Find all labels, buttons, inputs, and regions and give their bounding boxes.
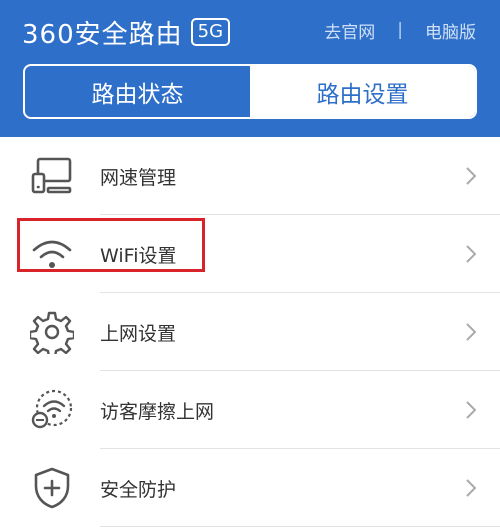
tab-router-status[interactable]: 路由状态 xyxy=(25,66,250,117)
menu-item-internet-settings[interactable]: 上网设置 xyxy=(0,293,500,371)
guest-wifi-icon xyxy=(28,386,76,434)
brand-name: 360安全路由 xyxy=(22,19,183,50)
tab-router-settings[interactable]: 路由设置 xyxy=(250,66,475,117)
tab-bar: 路由状态 路由设置 xyxy=(23,64,477,119)
shield-plus-icon xyxy=(28,464,76,512)
official-site-link[interactable]: 去官网 xyxy=(324,18,375,43)
menu-item-guest-wifi[interactable]: 访客摩擦上网 xyxy=(0,371,500,449)
chevron-right-icon xyxy=(464,321,478,343)
menu-item-wifi-settings[interactable]: WiFi设置 xyxy=(0,215,500,293)
menu-item-security-protection[interactable]: 安全防护 xyxy=(0,449,500,527)
wifi-icon xyxy=(28,230,76,278)
settings-menu: 网速管理 WiFi设置 上网设置 访客摩擦上网 安全防护 xyxy=(0,137,500,527)
chevron-right-icon xyxy=(464,399,478,421)
speed-management-icon xyxy=(28,152,76,200)
menu-item-speed-management[interactable]: 网速管理 xyxy=(0,137,500,215)
menu-item-label: 上网设置 xyxy=(100,322,177,345)
menu-item-label: WiFi设置 xyxy=(100,244,177,267)
brand-5g-badge: 5G xyxy=(190,18,231,46)
brand-logo: 360安全路由 5G xyxy=(22,14,231,50)
top-links: 去官网 | 电脑版 xyxy=(324,18,476,43)
link-separator: | xyxy=(397,20,403,40)
chevron-right-icon xyxy=(464,477,478,499)
gear-icon xyxy=(28,308,76,356)
menu-item-label: 访客摩擦上网 xyxy=(100,400,215,423)
menu-item-label: 安全防护 xyxy=(100,478,177,501)
chevron-right-icon xyxy=(464,243,478,265)
app-header: 360安全路由 5G 去官网 | 电脑版 路由状态 路由设置 xyxy=(0,0,500,137)
menu-item-label: 网速管理 xyxy=(100,166,177,189)
chevron-right-icon xyxy=(464,165,478,187)
pc-version-link[interactable]: 电脑版 xyxy=(425,18,476,43)
